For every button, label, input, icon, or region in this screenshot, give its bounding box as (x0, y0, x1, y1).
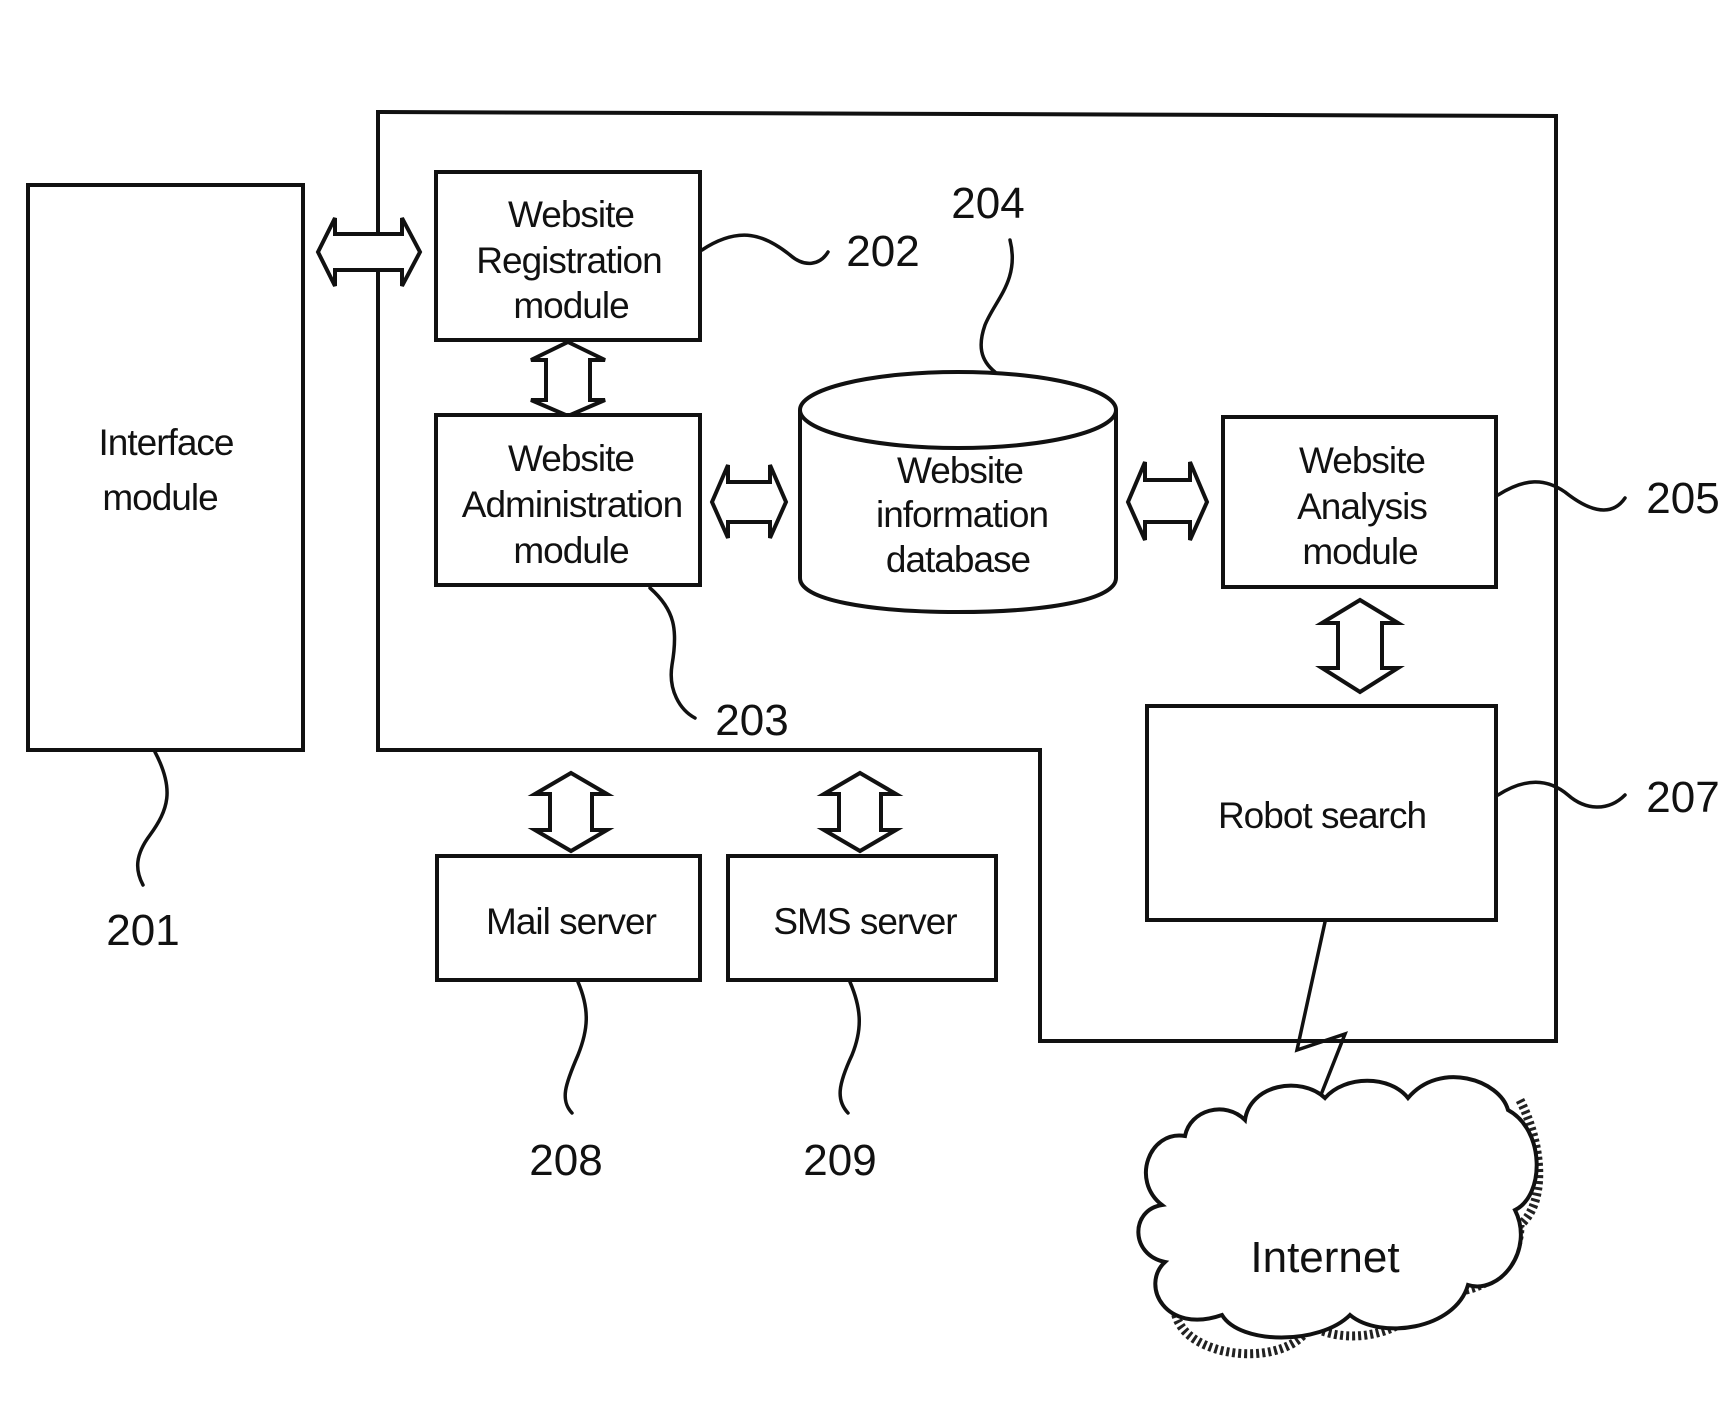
administration-label-line2: Administration (462, 484, 682, 525)
double-arrow-registration-administration (530, 339, 606, 419)
ref-205: 205 (1646, 474, 1719, 523)
ref-201: 201 (106, 906, 179, 955)
double-arrow-system-sms (816, 770, 904, 854)
robot-search-label: Robot search (1218, 795, 1426, 836)
system-block-diagram: Interface module 201 Website Registratio… (26, 109, 1720, 1359)
database-label-line3: database (886, 539, 1030, 580)
double-arrow-database-analysis (1125, 461, 1210, 541)
database-label-line1: Website (897, 450, 1023, 491)
ref-204: 204 (951, 179, 1024, 228)
double-arrow-interface-registration (315, 217, 423, 287)
sms-server-block: SMS server (726, 854, 998, 982)
ref-209: 209 (803, 1136, 876, 1185)
website-information-database-cylinder: Website information database (798, 370, 1118, 615)
interface-module-label-line2: module (102, 477, 217, 518)
website-analysis-module-block: Website Analysis module (1221, 415, 1498, 589)
analysis-label-line3: module (1302, 531, 1417, 572)
internet-cloud: Internet (1136, 1075, 1544, 1359)
leader-line-209 (838, 980, 861, 1115)
leader-line-207 (1496, 780, 1627, 809)
analysis-label-line2: Analysis (1297, 486, 1427, 527)
leader-line-202 (700, 233, 830, 265)
ref-208: 208 (529, 1136, 602, 1185)
leader-line-203 (648, 586, 697, 720)
mail-server-label: Mail server (486, 901, 657, 942)
registration-label-line3: module (513, 285, 628, 326)
leader-line-201 (135, 750, 169, 887)
website-registration-module-block: Website Registration module (434, 170, 702, 342)
robot-search-block: Robot search (1145, 704, 1498, 922)
analysis-label-line1: Website (1299, 440, 1425, 481)
double-arrow-analysis-robot (1314, 597, 1406, 695)
interface-module-block: Interface module (26, 183, 305, 752)
internet-label: Internet (1250, 1233, 1399, 1282)
interface-module-label-line1: Interface (99, 422, 234, 463)
website-administration-module-block: Website Administration module (434, 413, 702, 587)
administration-label-line1: Website (508, 438, 634, 479)
double-arrow-system-mail (527, 770, 615, 854)
sms-server-label: SMS server (773, 901, 957, 942)
leader-line-204 (979, 238, 1015, 374)
leader-line-205 (1496, 480, 1627, 512)
mail-server-block: Mail server (435, 854, 702, 982)
registration-label-line1: Website (508, 194, 634, 235)
registration-label-line2: Registration (476, 240, 661, 281)
double-arrow-administration-database (709, 464, 789, 539)
leader-line-208 (563, 980, 588, 1115)
ref-207: 207 (1646, 773, 1719, 822)
administration-label-line3: module (513, 530, 628, 571)
ref-203: 203 (715, 696, 788, 745)
database-label-line2: information (876, 494, 1048, 535)
ref-202: 202 (846, 227, 919, 276)
